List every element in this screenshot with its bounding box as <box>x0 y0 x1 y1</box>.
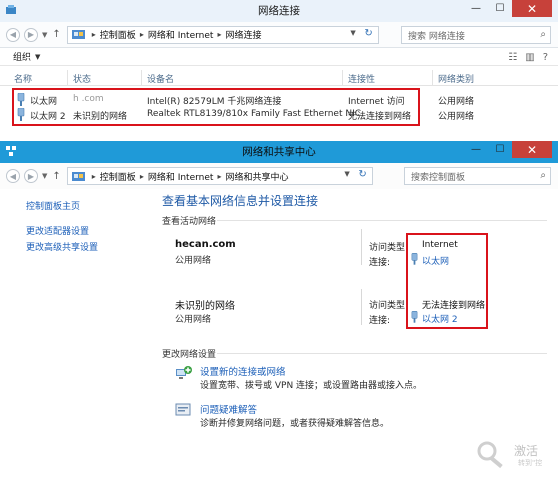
column-divider[interactable] <box>67 70 68 86</box>
sidebar-item-control-panel-home[interactable]: 控制面板主页 <box>26 199 80 212</box>
column-header-connectivity[interactable]: 连接性 <box>348 72 375 85</box>
window-titlebar[interactable]: 网络和共享中心 — ☐ ✕ <box>0 141 558 163</box>
maximize-button[interactable]: ☐ <box>488 141 512 158</box>
activation-watermark: 激活 转到"控 <box>474 436 554 476</box>
window-titlebar[interactable]: 网络连接 — ☐ ✕ <box>0 0 558 22</box>
network-connections-window: 网络连接 — ☐ ✕ ◀ ▶ ▼ ↑ ▸ 控制面板 ▸ 网络和 Internet… <box>0 0 558 140</box>
network-name: 未识别的网络 <box>175 301 235 312</box>
page-title: 查看基本网络信息并设置连接 <box>162 194 319 208</box>
divider <box>361 229 362 265</box>
control-panel-icon <box>71 30 85 39</box>
search-input[interactable]: 搜索控制面板 ⌕ <box>404 167 551 185</box>
column-divider[interactable] <box>432 70 433 86</box>
recent-locations-icon[interactable]: ▼ <box>42 172 47 180</box>
address-bar[interactable]: ▸ 控制面板 ▸ 网络和 Internet ▸ 网络连接 ▼ ↻ <box>66 25 379 44</box>
forward-button[interactable]: ▶ <box>24 169 38 183</box>
up-icon[interactable]: ↑ <box>52 171 60 182</box>
breadcrumb-item[interactable]: 控制面板 <box>100 28 136 41</box>
troubleshoot-link[interactable]: 问题疑难解答 <box>200 402 257 416</box>
breadcrumb-sep-icon: ▸ <box>139 30 144 39</box>
search-placeholder: 搜索 网络连接 <box>408 31 465 42</box>
watermark-text: 激活 <box>514 444 539 458</box>
window-title: 网络和共享中心 <box>242 146 316 158</box>
access-type-label: 访问类型: <box>369 243 409 253</box>
adapter-category: 公用网络 <box>438 97 475 107</box>
search-icon[interactable]: ⌕ <box>540 170 546 181</box>
help-icon[interactable]: ? <box>543 52 548 63</box>
highlight-box <box>12 88 420 126</box>
section-label-change-settings: 更改网络设置 <box>162 350 217 360</box>
window-title: 网络连接 <box>258 5 300 17</box>
network-sharing-center-window: 网络和共享中心 — ☐ ✕ ◀ ▶ ▼ ↑ ▸ 控制面板 ▸ 网络和 Inter… <box>0 141 558 478</box>
network-sharing-icon <box>6 146 16 156</box>
breadcrumb-item[interactable]: 网络和 Internet <box>148 170 214 183</box>
search-input[interactable]: 搜索 网络连接 ⌕ <box>401 26 551 44</box>
view-options-icon[interactable]: ☷ <box>508 52 517 63</box>
network-name: hecan.com <box>175 239 236 250</box>
breadcrumb-sep-icon: ▸ <box>91 171 96 181</box>
breadcrumb-item[interactable]: 网络和 Internet <box>148 28 214 41</box>
back-button[interactable]: ◀ <box>6 169 20 183</box>
recent-locations-icon[interactable]: ▼ <box>42 31 47 39</box>
section-label-active-networks: 查看活动网络 <box>162 217 217 227</box>
new-connection-icon <box>176 366 192 379</box>
preview-pane-icon[interactable]: ▥ <box>525 52 534 63</box>
navigation-bar: ◀ ▶ ▼ ↑ ▸ 控制面板 ▸ 网络和 Internet ▸ 网络连接 ▼ ↻… <box>0 22 558 48</box>
divider <box>217 220 547 221</box>
breadcrumb-item[interactable]: 网络连接 <box>225 28 261 41</box>
sidebar-item-advanced-sharing[interactable]: 更改高级共享设置 <box>26 240 98 253</box>
close-button[interactable]: ✕ <box>512 141 552 158</box>
maximize-button[interactable]: ☐ <box>488 0 512 17</box>
table-header: 名称 状态 设备名 连接性 网络类别 <box>0 70 558 86</box>
troubleshoot-icon <box>175 403 191 416</box>
minimize-button[interactable]: — <box>464 0 488 17</box>
minimize-button[interactable]: — <box>464 141 488 158</box>
divider <box>361 289 362 325</box>
refresh-icon[interactable]: ↻ <box>364 28 372 39</box>
search-placeholder: 搜索控制面板 <box>411 172 466 183</box>
access-type-label: 访问类型: <box>369 301 409 311</box>
column-divider[interactable] <box>141 70 142 86</box>
network-folder-icon <box>6 5 16 14</box>
forward-button[interactable]: ▶ <box>24 27 38 42</box>
breadcrumb-sep-icon: ▸ <box>91 30 96 39</box>
navigation-bar: ◀ ▶ ▼ ↑ ▸ 控制面板 ▸ 网络和 Internet ▸ 网络和共享中心 … <box>0 163 558 189</box>
up-icon[interactable]: ↑ <box>52 29 60 40</box>
task-description: 诊断并修复网络问题，或者获得疑难解答信息。 <box>200 419 390 429</box>
control-panel-icon <box>71 171 85 181</box>
organize-button[interactable]: 组织 <box>13 50 31 63</box>
address-dropdown-icon[interactable]: ▼ <box>350 29 355 37</box>
breadcrumb-item[interactable]: 网络和共享中心 <box>225 170 288 183</box>
connection-label: 连接: <box>369 316 391 326</box>
connection-label: 连接: <box>369 258 391 268</box>
back-button[interactable]: ◀ <box>6 27 20 42</box>
view-controls: ☷ ▥ ? <box>508 52 548 63</box>
network-type-link[interactable]: 公用网络 <box>175 312 211 325</box>
column-divider[interactable] <box>342 70 343 86</box>
refresh-icon[interactable]: ↻ <box>358 169 366 180</box>
divider <box>217 353 547 354</box>
breadcrumb-sep-icon: ▸ <box>139 171 144 181</box>
network-type-link[interactable]: 公用网络 <box>175 253 211 266</box>
address-dropdown-icon[interactable]: ▼ <box>344 170 349 178</box>
address-bar[interactable]: ▸ 控制面板 ▸ 网络和 Internet ▸ 网络和共享中心 ▼ ↻ <box>66 167 373 185</box>
key-watermark-icon <box>477 441 503 469</box>
search-icon[interactable]: ⌕ <box>540 29 546 40</box>
breadcrumb-sep-icon: ▸ <box>217 171 222 181</box>
column-header-category[interactable]: 网络类别 <box>438 72 474 85</box>
highlight-box <box>406 233 488 329</box>
sidebar-item-change-adapter[interactable]: 更改适配器设置 <box>26 224 89 237</box>
column-header-status[interactable]: 状态 <box>73 72 91 85</box>
breadcrumb-sep-icon: ▸ <box>217 30 222 39</box>
adapter-category: 公用网络 <box>438 112 475 122</box>
close-button[interactable]: ✕ <box>512 0 552 17</box>
command-bar: 组织 ▼ <box>0 48 558 66</box>
breadcrumb-item[interactable]: 控制面板 <box>100 170 136 183</box>
task-description: 设置宽带、拨号或 VPN 连接；或设置路由器或接入点。 <box>200 381 423 391</box>
setup-connection-link[interactable]: 设置新的连接或网络 <box>200 364 286 378</box>
column-header-name[interactable]: 名称 <box>14 72 32 85</box>
column-header-device[interactable]: 设备名 <box>147 72 174 85</box>
watermark-subtext: 转到"控 <box>518 459 543 467</box>
organize-dropdown-icon[interactable]: ▼ <box>35 53 40 61</box>
